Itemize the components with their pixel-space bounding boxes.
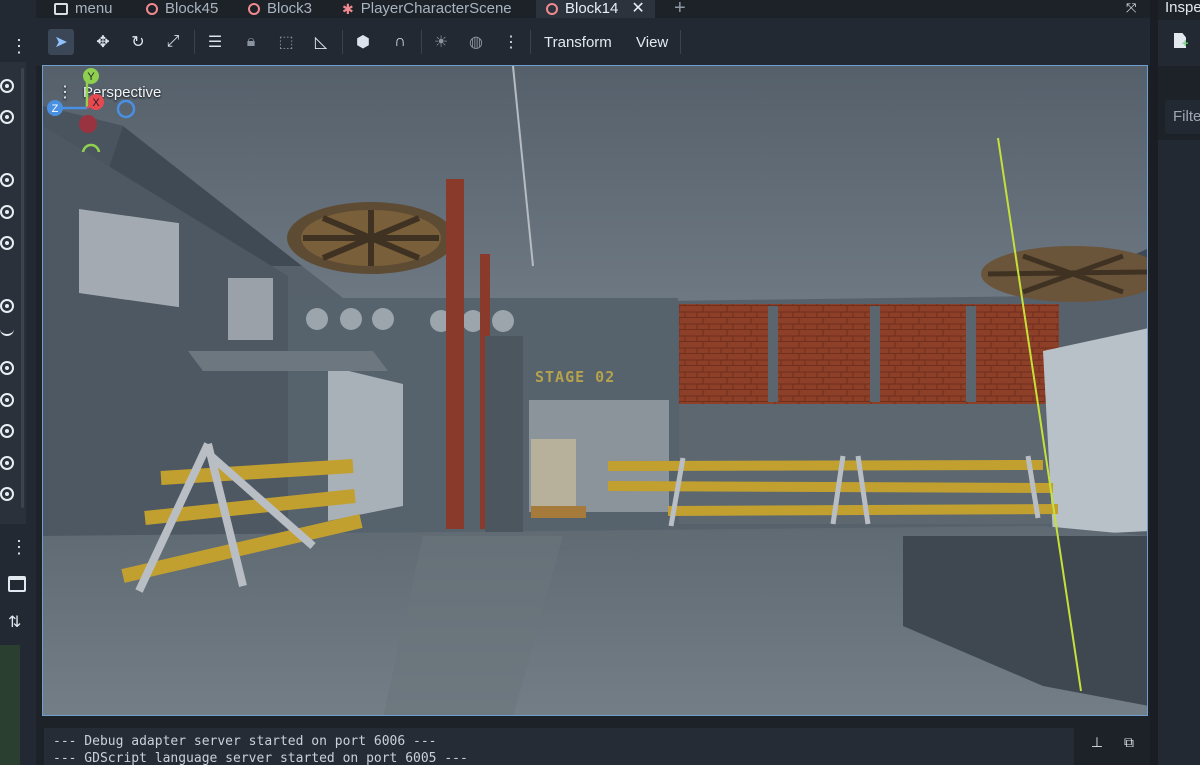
visibility-eye-icon[interactable] [0,173,14,187]
filesystem-panel [0,645,20,765]
scene-render [43,66,1147,715]
output-log[interactable]: --- Debug adapter server started on port… [44,728,1074,765]
more-options-icon[interactable]: ⋮ [498,29,524,55]
filesystem-dock-menu-icon[interactable]: ⋮ [10,537,28,557]
scene-tree-visibility-column [0,62,26,524]
view-orientation-gizmo[interactable]: Y Z X [43,66,139,152]
axis-neg-z-handle [116,99,136,119]
copy-output-icon[interactable]: ⧉ [1120,734,1138,752]
tab-label: Block45 [165,0,219,17]
window-layout-icon[interactable] [8,576,26,592]
scene-tabs: menu Block45 Block3 ✱ PlayerCharacterSce… [36,0,1150,18]
visibility-eye-icon[interactable] [0,393,14,407]
scale-mode-icon[interactable]: ⤢ [160,29,186,55]
filesystem-dock-strip: ⋮ ⇅ [0,537,36,765]
ruler-icon[interactable]: ◺ [308,29,334,55]
tab-label: Block3 [267,0,313,17]
axis-y-label: Y [87,71,95,83]
new-resource-plus-icon: + [1182,38,1189,50]
axis-neg-x-handle [79,115,97,133]
scene-icon [54,3,68,15]
tab-block45[interactable]: Block45 [146,0,218,18]
visibility-eye-icon[interactable] [0,299,14,313]
visibility-eye-icon[interactable] [0,110,14,124]
scene-dock-strip: ⋮ ⋮ ⇅ [0,0,36,765]
distraction-free-icon[interactable]: ⤧ [1126,0,1136,16]
log-line: --- GDScript language server started on … [53,751,468,765]
visibility-eye-icon[interactable] [0,456,14,470]
view-menu[interactable]: View [636,34,668,51]
tab-label: Block14 [565,0,619,17]
tab-label: menu [75,0,113,17]
log-line: --- Debug adapter server started on port… [53,734,437,749]
close-tab-icon[interactable]: ✕ [631,1,644,17]
scene-dock-menu-icon[interactable]: ⋮ [10,36,28,56]
toolbar-separator [421,30,422,54]
axis-neg-y-handle [81,143,101,152]
rotate-mode-icon[interactable]: ↻ [125,29,151,55]
inspector-title[interactable]: Inspector [1165,0,1200,16]
group-icon[interactable]: ⬚ [273,29,299,55]
inspector-dock: Inspector + Filter Properties [1150,0,1200,765]
toolbar-separator [194,30,195,54]
visibility-eye-icon[interactable] [0,361,14,375]
output-panel: --- Debug adapter server started on port… [36,716,1150,765]
visibility-eye-icon[interactable] [0,236,14,250]
sort-icon[interactable]: ⇅ [8,612,21,632]
tab-label: PlayerCharacterScene [360,0,512,17]
inspector-body [1158,140,1200,765]
snap-icon[interactable]: ∩ [387,29,413,55]
viewport-toolbar: ➤ ✥ ↻ ⤢ ☰ 🔒︎ ⬚ ◺ ⬢ ∩ ☀ ◍ ⋮ Transform Vie… [36,18,1150,66]
node3d-icon [248,3,260,15]
filter-properties-input[interactable]: Filter Properties [1165,100,1200,134]
visibility-eye-icon[interactable] [0,205,14,219]
sun-preview-icon[interactable]: ☀ [428,29,454,55]
visibility-eye-icon[interactable] [0,79,14,93]
environment-preview-icon[interactable]: ◍ [463,29,489,55]
list-select-icon[interactable]: ☰ [202,29,228,55]
add-tab-icon[interactable]: + [674,0,686,18]
select-mode-icon[interactable]: ➤ [48,29,74,55]
node3d-icon [546,3,558,15]
toolbar-separator [530,30,531,54]
scene-tree-scrollbar[interactable] [21,68,24,508]
transform-menu[interactable]: Transform [544,34,612,51]
move-mode-icon[interactable]: ✥ [90,29,116,55]
visibility-eye-icon[interactable] [0,424,14,438]
character-icon: ✱ [342,1,354,17]
stage-sign-text: STAGE 02 [535,368,616,386]
axis-x-label: X [92,97,100,109]
local-space-icon[interactable]: ⬢ [350,29,376,55]
toolbar-separator [342,30,343,54]
tab-menu[interactable]: menu [54,0,113,18]
node3d-icon [146,3,158,15]
3d-viewport[interactable]: ⋮ Perspective STAGE 02 Y Z X [42,65,1148,716]
tab-block14[interactable]: Block14 ✕ [536,0,655,18]
tab-player-character-scene[interactable]: ✱ PlayerCharacterScene [342,0,512,18]
visibility-hidden-icon[interactable] [0,328,14,336]
lock-icon[interactable]: 🔒︎ [238,29,264,55]
visibility-eye-icon[interactable] [0,487,14,501]
axis-z-label: Z [52,103,59,115]
tab-block3[interactable]: Block3 [248,0,312,18]
toolbar-separator [680,30,681,54]
clear-output-icon[interactable]: ⊥ [1088,734,1106,752]
